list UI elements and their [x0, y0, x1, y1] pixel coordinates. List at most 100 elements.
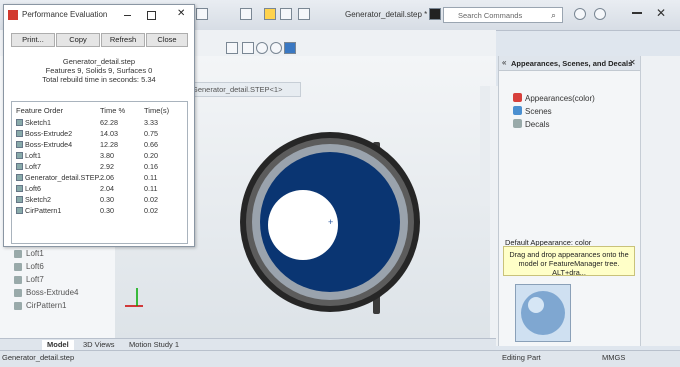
time-seconds: 0.11 [144, 184, 158, 193]
appearance-thumbnail[interactable] [515, 284, 571, 342]
table-row[interactable]: Loft1 3.80 0.20 [12, 151, 187, 161]
maximize-icon[interactable] [147, 11, 156, 20]
app-logo-icon [8, 10, 18, 20]
close-panel-icon[interactable]: ✕ [629, 58, 636, 67]
extrude-icon [14, 288, 22, 297]
minimize-icon[interactable] [632, 12, 642, 14]
col-header-feature[interactable]: Feature Order [16, 106, 63, 115]
feature-icon [16, 207, 23, 214]
time-seconds: 0.16 [144, 162, 158, 171]
feature-icon [16, 174, 23, 181]
minimize-icon[interactable] [124, 15, 131, 16]
time-percent: 0.30 [100, 195, 114, 204]
close-button[interactable]: Close [146, 33, 188, 47]
table-row[interactable]: Generator_detail.STEP... 2.06 0.11 [12, 173, 187, 183]
table-row[interactable]: Sketch1 62.28 3.33 [12, 118, 187, 128]
task-pane-splitter[interactable] [490, 86, 498, 346]
time-seconds: 0.11 [144, 173, 158, 182]
status-units[interactable]: MMGS [602, 353, 625, 362]
col-header-seconds[interactable]: Time(s) [144, 106, 169, 115]
tree-item[interactable]: CirPattern1 [14, 301, 66, 310]
collapse-icon[interactable]: « [502, 58, 506, 67]
panel-title: Appearances, Scenes, and Decals [511, 59, 633, 68]
tree-item[interactable]: Boss-Extrude4 [14, 288, 78, 297]
loft-icon [14, 262, 22, 271]
tree-item[interactable]: Loft7 [14, 275, 44, 284]
time-seconds: 0.20 [144, 151, 158, 160]
performance-evaluation-dialog: Performance Evaluation ✕ Print... Copy R… [3, 4, 195, 247]
time-seconds: 0.02 [144, 206, 158, 215]
rebuild-icon[interactable] [270, 42, 282, 54]
refresh-button[interactable]: Refresh [101, 33, 145, 47]
col-header-percent[interactable]: Time % [100, 106, 125, 115]
command-prompt-icon[interactable] [429, 8, 441, 20]
appearances-panel: « Appearances, Scenes, and Decals ✕ Appe… [498, 56, 641, 346]
search-icon[interactable]: ⌕ [551, 10, 556, 21]
table-row[interactable]: Boss-Extrude4 12.28 0.66 [12, 140, 187, 150]
tab-3d-views[interactable]: 3D Views [78, 340, 120, 350]
feature-icon [16, 196, 23, 203]
feature-table[interactable]: Feature Order Time % Time(s) Sketch1 62.2… [11, 101, 188, 244]
time-percent: 14.03 [100, 129, 118, 138]
time-percent: 2.04 [100, 184, 114, 193]
table-row[interactable]: Loft7 2.92 0.16 [12, 162, 187, 172]
panel-header: « Appearances, Scenes, and Decals ✕ [499, 56, 641, 71]
close-window-icon[interactable]: ✕ [656, 6, 666, 20]
tree-item[interactable]: Loft6 [14, 262, 44, 271]
search-placeholder: Search Commands [458, 11, 523, 20]
status-editing: Editing Part [502, 353, 541, 362]
world-icon[interactable] [284, 42, 296, 54]
options-gear-icon[interactable] [298, 8, 310, 20]
tree-scenes[interactable]: Scenes [513, 106, 552, 116]
feature-name: Generator_detail.STEP... [16, 173, 104, 182]
table-row[interactable]: Boss-Extrude2 14.03 0.75 [12, 129, 187, 139]
feature-name: Boss-Extrude4 [16, 140, 72, 149]
breadcrumb[interactable]: Generator_detail.STEP<1> [187, 82, 302, 97]
dialog-title: Performance Evaluation [22, 10, 108, 19]
feature-name: Sketch2 [16, 195, 51, 204]
tree-item[interactable]: Loft1 [14, 249, 44, 258]
print-button[interactable]: Print... [11, 33, 55, 47]
tree-decals[interactable]: Decals [513, 119, 549, 129]
decals-icon [513, 119, 522, 128]
help-icon[interactable] [594, 8, 606, 20]
tab-motion-study[interactable]: Motion Study 1 [124, 340, 184, 350]
scenes-icon [513, 106, 522, 115]
loft-icon [14, 275, 22, 284]
close-icon[interactable]: ✕ [177, 8, 185, 19]
feature-name: CirPattern1 [16, 206, 61, 215]
feature-name: Sketch1 [16, 118, 51, 127]
undo-icon[interactable] [196, 8, 208, 20]
pattern-icon [14, 301, 22, 310]
file-properties-icon[interactable] [280, 8, 292, 20]
traffic-light-icon[interactable] [264, 8, 276, 20]
time-percent: 2.06 [100, 173, 114, 182]
measure-icon[interactable] [242, 42, 254, 54]
feature-icon [16, 130, 23, 137]
mate-icon[interactable] [226, 42, 238, 54]
feature-name: Loft7 [16, 162, 41, 171]
feature-icon [16, 152, 23, 159]
search-commands-input[interactable]: Search Commands ⌕ [443, 7, 563, 23]
table-row[interactable]: CirPattern1 0.30 0.02 [12, 206, 187, 216]
select-arrow-icon[interactable] [240, 8, 252, 20]
time-seconds: 0.75 [144, 129, 158, 138]
tab-model[interactable]: Model [42, 340, 74, 350]
feature-name: Loft6 [16, 184, 41, 193]
feature-icon [16, 185, 23, 192]
tip-box: Drag and drop appearances onto the model… [503, 246, 635, 277]
table-row[interactable]: Loft6 2.04 0.11 [12, 184, 187, 194]
loft-icon [14, 249, 22, 258]
tree-appearances[interactable]: Appearances(color) [513, 93, 595, 103]
copy-button[interactable]: Copy [56, 33, 100, 47]
document-title: Generator_detail.step * [345, 10, 428, 19]
time-percent: 12.28 [100, 140, 118, 149]
feature-name: Loft1 [16, 151, 41, 160]
dialog-titlebar: Performance Evaluation ✕ [4, 5, 194, 25]
table-row[interactable]: Sketch2 0.30 0.02 [12, 195, 187, 205]
feature-icon [16, 163, 23, 170]
check-icon[interactable] [256, 42, 268, 54]
time-percent: 2.92 [100, 162, 114, 171]
feature-name: Boss-Extrude2 [16, 129, 72, 138]
user-account-icon[interactable] [574, 8, 586, 20]
